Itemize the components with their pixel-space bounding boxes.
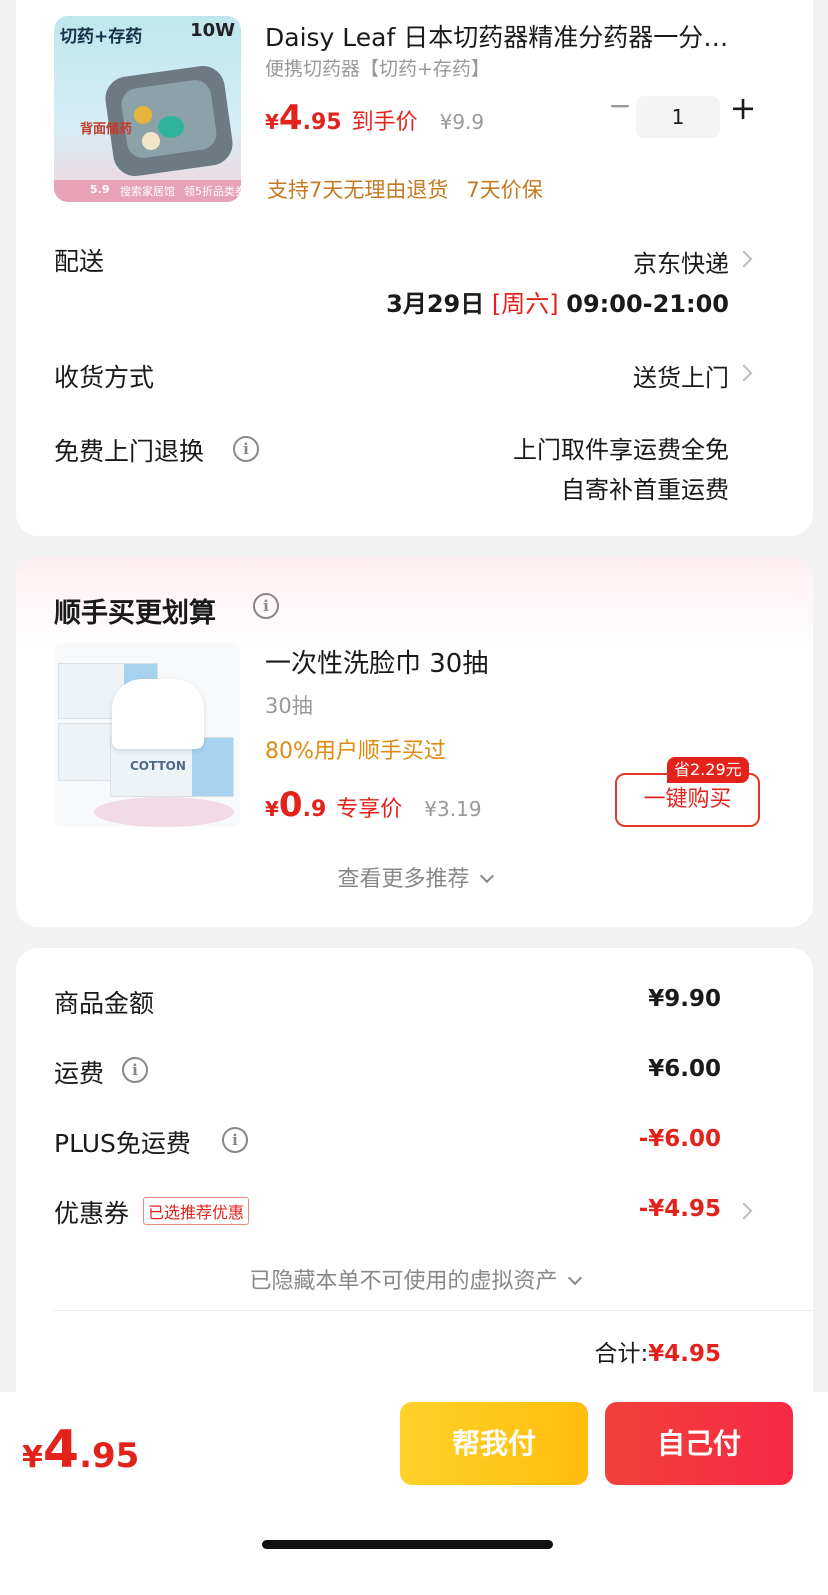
delivery-label: 配送 — [54, 247, 105, 276]
chevron-down-icon — [479, 868, 494, 884]
delivery-carrier[interactable]: 京东快递 — [633, 244, 729, 279]
coupon-tag: 已选推荐优惠 — [143, 1197, 250, 1225]
checkout-bar: ¥4.95 帮我付 自己付 — [0, 1392, 828, 1595]
shipping-label: 运费 — [54, 1059, 105, 1088]
checkout-total-price: ¥4.95 — [22, 1420, 140, 1480]
help-me-pay-button[interactable]: 帮我付 — [400, 1402, 588, 1485]
info-icon[interactable]: i — [253, 593, 279, 619]
coupon-row[interactable]: 优惠券 已选推荐优惠 — [54, 1194, 250, 1230]
goods-amount-value: ¥9.90 — [648, 986, 721, 1012]
product-spec[interactable]: 便携切药器【切药+存药】 — [265, 54, 490, 81]
quantity-decrease-button[interactable]: − — [608, 91, 632, 121]
delivery-time[interactable]: 3月29日 [周六] 09:00-21:00 — [386, 284, 729, 319]
shipping-value: ¥6.00 — [648, 1056, 721, 1082]
quantity-input[interactable]: 1 — [636, 96, 720, 138]
free-return-label: 免费上门退换 — [54, 437, 205, 466]
addon-product-stat: 80%用户顺手买过 — [265, 739, 446, 764]
divider — [54, 1310, 813, 1311]
receive-method-value[interactable]: 送货上门 — [633, 358, 729, 393]
addon-recommend-card: 顺手买更划算 i COTTON 一次性洗脸巾 30抽 30抽 80%用户顺手买过… — [16, 557, 813, 927]
info-icon[interactable]: i — [122, 1057, 148, 1083]
goods-amount-label: 商品金额 — [54, 989, 155, 1018]
plus-free-shipping-value: -¥6.00 — [638, 1126, 721, 1152]
chevron-right-icon[interactable] — [735, 1202, 753, 1220]
order-total: 合计:¥4.95 — [594, 1341, 721, 1367]
free-return-line1: 上门取件享运费全免 — [513, 436, 729, 464]
receive-method-label: 收货方式 — [54, 363, 155, 392]
chevron-right-icon[interactable] — [735, 364, 753, 382]
chevron-right-icon[interactable] — [735, 250, 753, 268]
info-icon[interactable]: i — [222, 1127, 248, 1153]
order-item-card: 切药+存药 10W 背面储药 5.9 搜索家居馆 领5折品类券 Daisy Le… — [16, 0, 813, 536]
addon-product-title[interactable]: 一次性洗脸巾 30抽 — [265, 643, 488, 680]
price-summary-card: 商品金额 ¥9.90 运费 i ¥6.00 PLUS免运费 i -¥6.00 优… — [16, 948, 813, 1418]
addon-title: 顺手买更划算 — [54, 598, 216, 629]
original-price: ¥3.19 — [424, 797, 482, 821]
addon-product-thumbnail[interactable]: COTTON — [54, 643, 240, 827]
chevron-down-icon — [567, 1270, 582, 1286]
service-promises: 支持7天无理由退货 7天价保 — [267, 178, 543, 202]
plus-free-shipping-label: PLUS免运费 — [54, 1129, 191, 1158]
pay-myself-button[interactable]: 自己付 — [605, 1402, 793, 1485]
more-recommendations-toggle[interactable]: 查看更多推荐 — [16, 861, 813, 893]
product-thumbnail[interactable]: 切药+存药 10W 背面储药 5.9 搜索家居馆 领5折品类券 — [54, 16, 241, 202]
coupon-value[interactable]: -¥4.95 — [639, 1196, 721, 1222]
hidden-assets-toggle[interactable]: 已隐藏本单不可使用的虚拟资产 — [16, 1263, 813, 1295]
original-price: ¥9.9 — [439, 110, 485, 134]
quantity-increase-button[interactable]: + — [728, 90, 758, 126]
product-price: ¥4.95 到手价 ¥9.9 — [265, 98, 485, 138]
addon-product-price: ¥0.9 专享价 ¥3.19 — [265, 785, 482, 825]
product-title[interactable]: Daisy Leaf 日本切药器精准分药器一分… — [265, 18, 765, 54]
info-icon[interactable]: i — [233, 436, 259, 462]
addon-product-spec: 30抽 — [265, 694, 313, 718]
free-return-line2: 自寄补首重运费 — [561, 476, 729, 504]
save-badge: 省2.29元 — [667, 757, 749, 783]
home-indicator[interactable] — [262, 1540, 553, 1549]
